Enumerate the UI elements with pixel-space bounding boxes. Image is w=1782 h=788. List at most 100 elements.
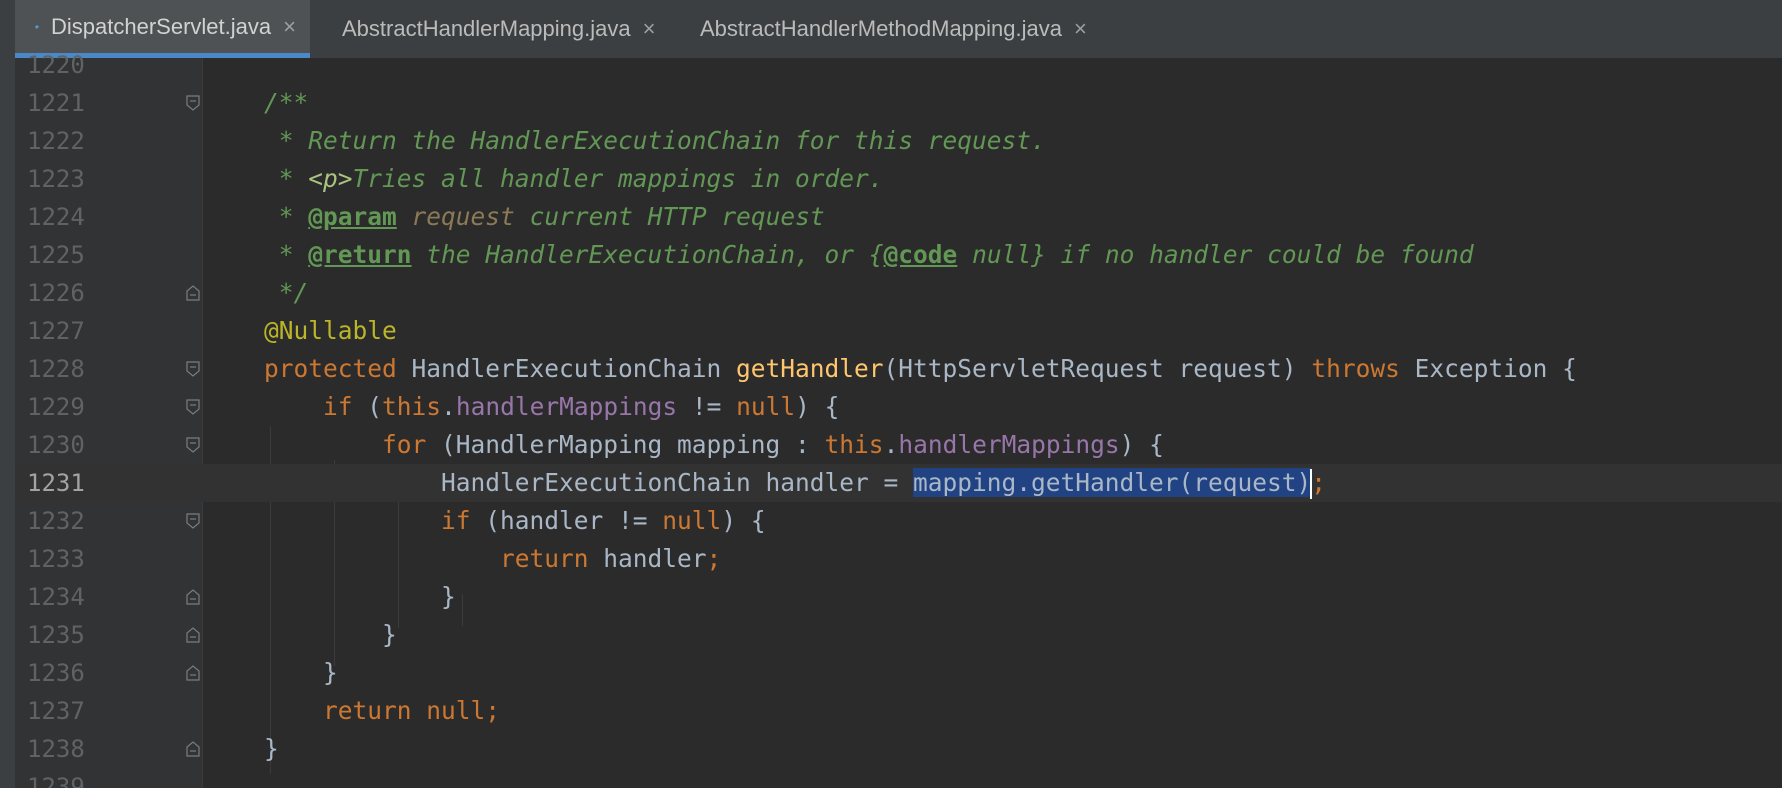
java-class-icon bbox=[35, 24, 39, 29]
line-number[interactable]: 1228 bbox=[27, 350, 107, 388]
code-text[interactable]: protected HandlerExecutionChain getHandl… bbox=[264, 350, 1577, 388]
fold-collapse-icon[interactable] bbox=[186, 399, 200, 415]
fold-collapse-icon[interactable] bbox=[186, 95, 200, 111]
code-text[interactable]: */ bbox=[264, 274, 309, 312]
code-token: Tries all handler mappings in order. bbox=[352, 164, 884, 193]
code-line[interactable]: 1231 HandlerExecutionChain handler = map… bbox=[15, 464, 1782, 502]
code-text[interactable]: if (this.handlerMappings != null) { bbox=[264, 388, 839, 426]
code-line[interactable]: 1232 if (handler != null) { bbox=[15, 502, 1782, 540]
code-token: getHandler bbox=[736, 354, 884, 383]
code-line[interactable]: 1220 bbox=[15, 46, 1782, 84]
close-icon[interactable]: × bbox=[643, 18, 656, 40]
line-number[interactable]: 1232 bbox=[27, 502, 107, 540]
line-number[interactable]: 1221 bbox=[27, 84, 107, 122]
line-number[interactable]: 1235 bbox=[27, 616, 107, 654]
fold-collapse-icon[interactable] bbox=[186, 361, 200, 377]
line-number[interactable]: 1226 bbox=[27, 274, 107, 312]
code-token: HandlerExecutionChain bbox=[396, 354, 737, 383]
line-number[interactable]: 1231 bbox=[27, 464, 107, 502]
code-text[interactable]: HandlerExecutionChain handler = mapping.… bbox=[264, 464, 1326, 502]
code-token: null bbox=[662, 506, 722, 535]
line-number[interactable]: 1229 bbox=[27, 388, 107, 426]
fold-end-icon[interactable] bbox=[186, 741, 200, 757]
code-text[interactable]: } bbox=[264, 616, 397, 654]
code-token: ; bbox=[1311, 468, 1327, 497]
line-number[interactable]: 1237 bbox=[27, 692, 107, 730]
code-token: . bbox=[883, 430, 899, 459]
fold-collapse-icon[interactable] bbox=[186, 513, 200, 529]
code-line[interactable]: 1225 * @return the HandlerExecutionChain… bbox=[15, 236, 1782, 274]
code-token: for bbox=[382, 430, 427, 459]
code-text[interactable]: for (HandlerMapping mapping : this.handl… bbox=[264, 426, 1164, 464]
code-token: current HTTP request bbox=[514, 202, 825, 231]
code-line[interactable]: 1238} bbox=[15, 730, 1782, 768]
code-line[interactable]: 1222 * Return the HandlerExecutionChain … bbox=[15, 122, 1782, 160]
code-token: @Nullable bbox=[264, 316, 397, 345]
code-text[interactable]: return handler; bbox=[264, 540, 721, 578]
left-tool-strip bbox=[0, 0, 16, 788]
code-text[interactable]: * Return the HandlerExecutionChain for t… bbox=[264, 122, 1046, 160]
code-text[interactable]: * <p>Tries all handler mappings in order… bbox=[264, 160, 884, 198]
close-icon[interactable]: × bbox=[283, 15, 296, 38]
code-token: ( bbox=[352, 392, 383, 421]
code-token: handler bbox=[588, 544, 707, 573]
code-line[interactable]: 1233 return handler; bbox=[15, 540, 1782, 578]
close-icon[interactable]: × bbox=[1074, 18, 1087, 40]
code-line[interactable]: 1226 */ bbox=[15, 274, 1782, 312]
line-number[interactable]: 1220 bbox=[27, 46, 107, 84]
line-number[interactable]: 1238 bbox=[27, 730, 107, 768]
code-token: * bbox=[264, 164, 309, 193]
code-token: the HandlerExecutionChain, or { bbox=[411, 240, 884, 269]
code-token: != bbox=[677, 392, 737, 421]
code-line[interactable]: 1239 bbox=[15, 768, 1782, 788]
code-text[interactable]: } bbox=[264, 578, 456, 616]
fold-end-icon[interactable] bbox=[186, 665, 200, 681]
code-line[interactable]: 1221 /** bbox=[15, 84, 1782, 122]
code-line[interactable]: 1237 return null; bbox=[15, 692, 1782, 730]
line-number[interactable]: 1230 bbox=[27, 426, 107, 464]
line-number[interactable]: 1223 bbox=[27, 160, 107, 198]
code-line[interactable]: 1223 * <p>Tries all handler mappings in … bbox=[15, 160, 1782, 198]
line-number[interactable]: 1222 bbox=[27, 122, 107, 160]
code-line[interactable]: 1227 @Nullable bbox=[15, 312, 1782, 350]
fold-end-icon[interactable] bbox=[186, 627, 200, 643]
code-token: @return bbox=[308, 240, 412, 269]
code-editor[interactable]: 1220 1221/** 1222 * Return the HandlerExec… bbox=[15, 51, 1782, 788]
code-line[interactable]: 1230 for (HandlerMapping mapping : this.… bbox=[15, 426, 1782, 464]
line-number[interactable]: 1234 bbox=[27, 578, 107, 616]
code-text[interactable]: * @return the HandlerExecutionChain, or … bbox=[264, 236, 1474, 274]
fold-end-icon[interactable] bbox=[186, 589, 200, 605]
code-text[interactable]: @Nullable bbox=[264, 312, 397, 350]
code-text[interactable]: /** bbox=[264, 84, 308, 122]
code-line[interactable]: 1224 * @param request current HTTP reque… bbox=[15, 198, 1782, 236]
code-token: /** bbox=[264, 88, 309, 117]
fold-end-icon[interactable] bbox=[186, 285, 200, 301]
line-number[interactable]: 1236 bbox=[27, 654, 107, 692]
code-line[interactable]: 1234 } bbox=[15, 578, 1782, 616]
code-text[interactable]: return null; bbox=[264, 692, 500, 730]
code-token: (HandlerMapping mapping : bbox=[426, 430, 825, 459]
code-token: } bbox=[264, 734, 279, 763]
code-token: ) { bbox=[721, 506, 766, 535]
line-number[interactable]: 1239 bbox=[27, 768, 107, 788]
code-token: throws bbox=[1311, 354, 1400, 383]
line-number[interactable]: 1233 bbox=[27, 540, 107, 578]
code-token: } bbox=[264, 620, 397, 649]
code-line[interactable]: 1228 protected HandlerExecutionChain getH… bbox=[15, 350, 1782, 388]
code-line[interactable]: 1235 } bbox=[15, 616, 1782, 654]
code-token: @param bbox=[308, 202, 397, 231]
tab-label: DispatcherServlet.java bbox=[51, 13, 272, 39]
line-number[interactable]: 1225 bbox=[27, 236, 107, 274]
fold-collapse-icon[interactable] bbox=[186, 437, 200, 453]
code-text[interactable]: if (handler != null) { bbox=[264, 502, 766, 540]
code-text[interactable]: } bbox=[264, 654, 338, 692]
code-text[interactable]: } bbox=[264, 730, 279, 768]
code-text[interactable]: * @param request current HTTP request bbox=[264, 198, 825, 236]
code-line[interactable]: 1229 if (this.handlerMappings != null) { bbox=[15, 388, 1782, 426]
code-token: return bbox=[323, 696, 412, 725]
code-line[interactable]: 1236 } bbox=[15, 654, 1782, 692]
line-number[interactable]: 1224 bbox=[27, 198, 107, 236]
line-number[interactable]: 1227 bbox=[27, 312, 107, 350]
